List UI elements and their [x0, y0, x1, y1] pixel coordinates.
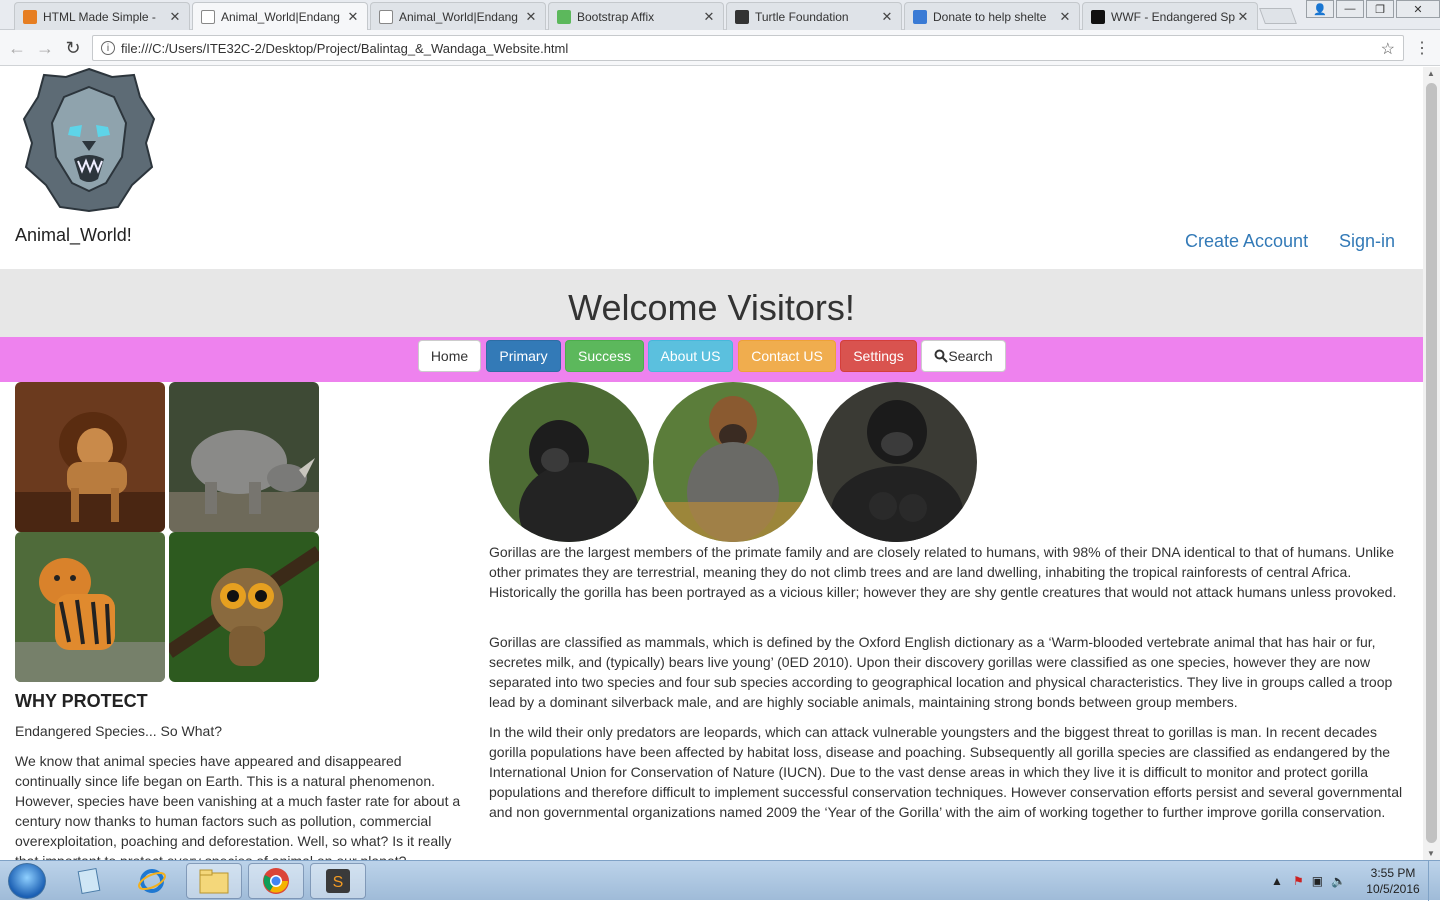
page-scrollbar[interactable]: ▲ ▼: [1423, 67, 1440, 860]
favicon-icon: [23, 9, 37, 24]
left-paragraph: We know that animal species have appeare…: [15, 753, 461, 860]
show-desktop-button[interactable]: [1428, 861, 1440, 901]
sublime-text-icon[interactable]: S: [310, 863, 366, 899]
clock-date: 10/5/2016: [1366, 882, 1420, 896]
gorilla-paragraph-2: Gorillas are classified as mammals, whic…: [489, 634, 1393, 710]
url-text: file:///C:/Users/ITE32C-2/Desktop/Projec…: [121, 40, 569, 56]
network-icon[interactable]: ▣: [1312, 874, 1323, 888]
reload-icon[interactable]: ↻: [62, 37, 84, 59]
tab-label: Donate to help shelte: [933, 9, 1047, 24]
tab-label: Animal_World|Endang: [399, 9, 518, 24]
lion-image: [15, 382, 165, 532]
page-icon: [379, 9, 393, 24]
about-us-button[interactable]: About US: [648, 340, 733, 372]
scroll-up-icon[interactable]: ▲: [1427, 69, 1435, 78]
window-controls: 👤 — ❐ ✕: [1304, 0, 1440, 18]
turtle-icon: [735, 9, 749, 24]
file-explorer-icon[interactable]: [186, 863, 242, 899]
close-icon[interactable]: ✕: [1057, 9, 1073, 25]
gorilla-paragraph-1: Gorillas are the largest members of the …: [489, 544, 1397, 600]
info-icon[interactable]: i: [101, 41, 115, 55]
create-account-link[interactable]: Create Account: [1185, 231, 1308, 252]
close-icon[interactable]: ✕: [1235, 9, 1251, 25]
window-close-button[interactable]: ✕: [1396, 0, 1440, 18]
close-icon[interactable]: ✕: [167, 9, 183, 25]
tab-label: Bootstrap Affix: [577, 9, 655, 24]
browser-tab[interactable]: Bootstrap Affix ✕: [548, 2, 724, 30]
browser-tab[interactable]: HTML Made Simple - ✕: [14, 2, 190, 30]
system-tray: ▲ ⚑ ▣ 🔈 3:55 PM 10/5/2016: [1271, 861, 1440, 901]
tab-label: WWF - Endangered Sp: [1111, 9, 1235, 24]
scroll-thumb[interactable]: [1426, 83, 1437, 843]
close-icon[interactable]: ✕: [701, 9, 717, 25]
tiger-image: [15, 532, 165, 682]
search-icon: [934, 349, 949, 363]
tab-label: Animal_World|Endang: [221, 9, 340, 24]
clock-time: 3:55 PM: [1370, 866, 1416, 880]
tab-label: Turtle Foundation: [755, 9, 849, 24]
brand-name[interactable]: Animal_World!: [15, 225, 132, 246]
internet-explorer-icon[interactable]: [124, 863, 180, 899]
page-viewport: Animal_World! Create Account Sign-in Wel…: [0, 67, 1423, 860]
forward-icon[interactable]: →: [34, 37, 56, 59]
page-icon: [201, 9, 215, 24]
browser-menu-icon[interactable]: ⋮: [1414, 38, 1430, 58]
show-hidden-icons-icon[interactable]: ▲: [1271, 874, 1283, 888]
sign-in-link[interactable]: Sign-in: [1339, 231, 1395, 252]
taskbar: S ▲ ⚑ ▣ 🔈 3:55 PM 10/5/2016: [0, 860, 1440, 901]
back-icon[interactable]: ←: [6, 37, 28, 59]
gorilla-paragraph-3: In the wild their only predators are leo…: [489, 724, 1403, 820]
contact-us-button[interactable]: Contact US: [738, 340, 836, 372]
close-icon[interactable]: ✕: [523, 9, 539, 25]
primary-button[interactable]: Primary: [486, 340, 561, 372]
gorilla-image-1: [489, 382, 649, 542]
welcome-heading: Welcome Visitors!: [568, 287, 855, 328]
jumbotron: Welcome Visitors!: [0, 269, 1423, 337]
notepad-taskbar-icon[interactable]: [62, 863, 118, 899]
search-button[interactable]: Search: [921, 340, 1006, 372]
browser-tab[interactable]: Turtle Foundation ✕: [726, 2, 902, 30]
scroll-down-icon[interactable]: ▼: [1427, 849, 1435, 858]
browser-tab-active[interactable]: Animal_World|Endang ✕: [192, 2, 368, 30]
chrome-icon[interactable]: [248, 863, 304, 899]
svg-text:S: S: [333, 874, 344, 891]
left-subtitle: Endangered Species... So What?: [15, 723, 223, 739]
lion-logo-icon: [22, 67, 156, 213]
address-bar[interactable]: i file:///C:/Users/ITE32C-2/Desktop/Proj…: [92, 35, 1404, 61]
rhino-image: [169, 382, 319, 532]
search-label: Search: [948, 348, 993, 364]
user-icon[interactable]: 👤: [1306, 0, 1334, 18]
panda-icon: [1091, 9, 1105, 24]
browser-tab[interactable]: Animal_World|Endang ✕: [370, 2, 546, 30]
browser-toolbar: ← → ↻ i file:///C:/Users/ITE32C-2/Deskto…: [0, 30, 1440, 66]
success-button[interactable]: Success: [565, 340, 644, 372]
gorilla-image-3: [817, 382, 977, 542]
new-tab-button[interactable]: [1259, 8, 1297, 24]
home-button[interactable]: Home: [418, 340, 481, 372]
close-icon[interactable]: ✕: [879, 9, 895, 25]
why-protect-heading: WHY PROTECT: [15, 691, 148, 711]
ffl-icon: [913, 9, 927, 24]
volume-icon[interactable]: 🔈: [1331, 874, 1346, 888]
start-button[interactable]: [8, 863, 46, 899]
settings-button[interactable]: Settings: [840, 340, 917, 372]
close-icon[interactable]: ✕: [345, 9, 361, 25]
bootstrap-icon: [557, 9, 571, 24]
minimize-button[interactable]: —: [1336, 0, 1364, 18]
tab-label: HTML Made Simple -: [43, 9, 156, 24]
browser-tab-strip: HTML Made Simple - ✕ Animal_World|Endang…: [0, 0, 1440, 30]
browser-tab[interactable]: Donate to help shelte ✕: [904, 2, 1080, 30]
bookmark-star-icon[interactable]: ☆: [1381, 39, 1395, 59]
restore-button[interactable]: ❐: [1366, 0, 1394, 18]
gorilla-image-2: [653, 382, 813, 542]
browser-tab[interactable]: WWF - Endangered Sp ✕: [1082, 2, 1258, 30]
clock[interactable]: 3:55 PM 10/5/2016: [1358, 865, 1428, 897]
tarsier-image: [169, 532, 319, 682]
action-center-icon[interactable]: ⚑: [1293, 874, 1304, 888]
